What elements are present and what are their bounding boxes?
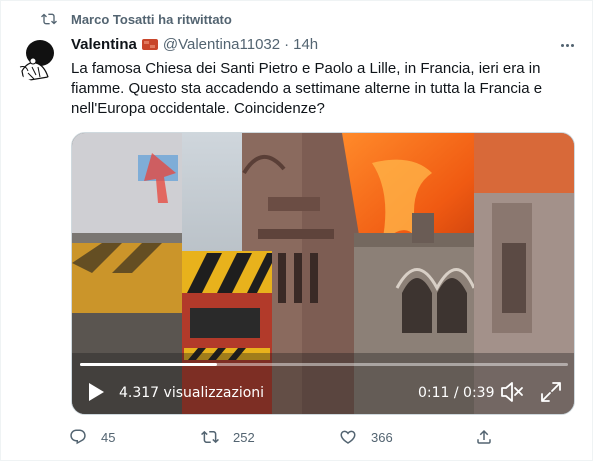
reply-count: 45 [101,429,116,445]
tweet-header: Valentina @Valentina11032 · 14h [71,36,318,53]
share-button[interactable] [475,428,493,446]
fullscreen-icon[interactable] [540,381,562,403]
author-name[interactable]: Valentina [71,36,137,53]
tweet-card[interactable]: Marco Tosatti ha ritwittato Valentina @V… [0,0,593,461]
share-icon [477,429,491,444]
retweet-count: 252 [233,429,255,445]
more-options-icon[interactable] [557,37,577,53]
play-icon[interactable] [87,383,105,401]
author-handle[interactable]: @Valentina11032 [163,36,280,53]
avatar-illustration [14,37,58,81]
volume-muted-icon[interactable] [500,381,524,403]
tweet-timestamp[interactable]: 14h [293,36,318,53]
separator-dot: · [284,36,290,53]
video-progress-fill [80,363,217,366]
avatar[interactable] [14,37,58,81]
video-frame [72,133,574,414]
tweet-text: La famosa Chiesa dei Santi Pietro e Paol… [71,60,543,117]
retweet-label[interactable]: Marco Tosatti ha ritwittato [71,12,232,27]
view-count: 4.317 visualizzazioni [119,385,265,401]
like-button[interactable]: 366 [339,428,393,446]
retweet-indicator: Marco Tosatti ha ritwittato [41,11,232,27]
tweet-actions: 45 252 366 [69,428,509,450]
heart-icon [340,430,356,444]
brick-emoji-icon [141,39,158,50]
retweet-icon [201,430,219,444]
video-controls: 4.317 visualizzazioni 0:11 / 0:39 [72,377,574,407]
video-timecode: 0:11 / 0:39 [418,385,495,401]
video-progress-bar[interactable] [80,363,568,366]
retweet-icon [41,13,57,25]
like-count: 366 [371,429,393,445]
reply-button[interactable]: 45 [69,428,115,446]
video-player[interactable]: 4.317 visualizzazioni 0:11 / 0:39 [71,132,575,415]
retweet-button[interactable]: 252 [201,428,255,446]
reply-icon [70,429,86,445]
